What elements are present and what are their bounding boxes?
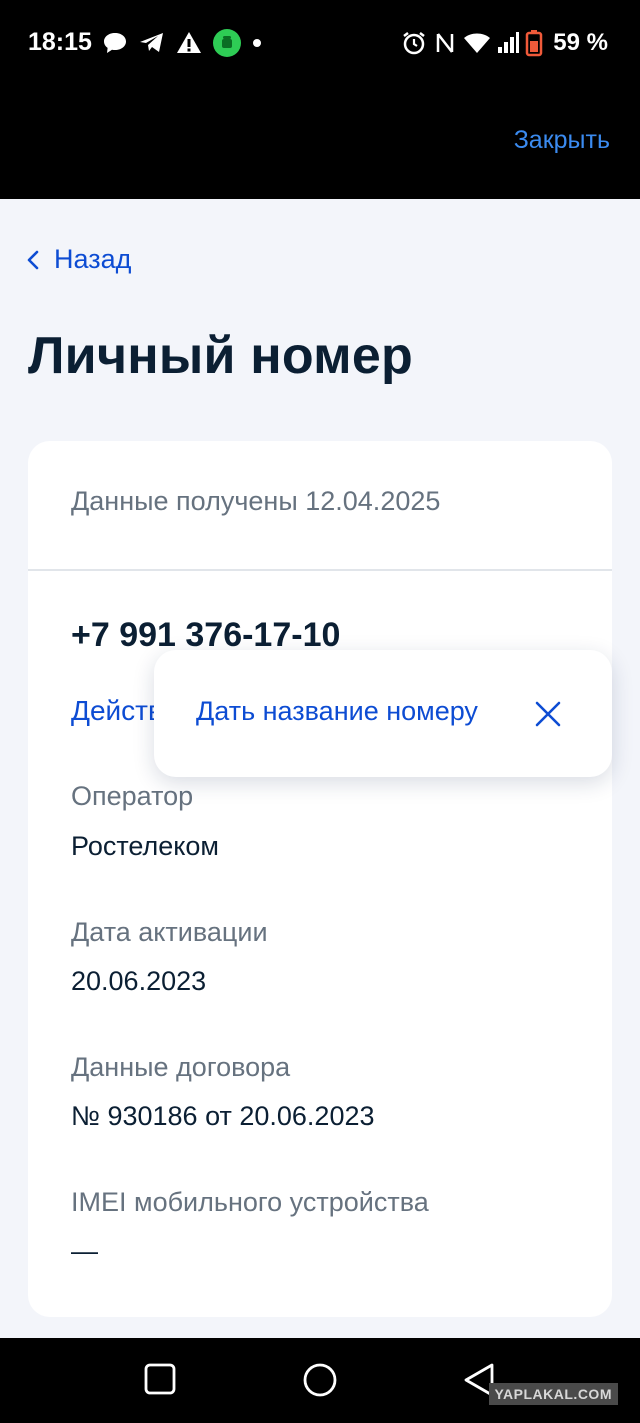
- imei-label: IMEI мобильного устройства: [71, 1187, 429, 1217]
- status-system-icons: 59 %: [401, 28, 608, 58]
- chat-bubble-icon: [104, 33, 126, 53]
- android-app-icon: [213, 29, 241, 57]
- imei-value: —: [71, 1236, 98, 1266]
- back-button[interactable]: Назад: [26, 244, 131, 275]
- telegram-icon: [140, 33, 163, 52]
- warning-icon: [177, 32, 201, 53]
- contract-value: № 930186 от 20.06.2023: [71, 1101, 375, 1131]
- data-received-text: Данные получены 12.04.2025: [71, 486, 441, 516]
- activation-date-value: 20.06.2023: [71, 966, 207, 996]
- watermark: YAPLAKAL.COM: [488, 1383, 618, 1405]
- actions-popup: Дать название номеру: [154, 650, 612, 777]
- close-button[interactable]: Закрыть: [514, 126, 610, 155]
- operator-value: Ростелеком: [71, 831, 219, 861]
- close-icon[interactable]: [532, 698, 564, 730]
- status-notification-icons: [102, 28, 262, 58]
- alarm-icon: [403, 32, 426, 55]
- dot-icon: [253, 39, 261, 47]
- rename-number-option[interactable]: Дать название номеру: [196, 696, 478, 727]
- page-title: Личный номер: [28, 327, 413, 385]
- chevron-left-icon: [27, 250, 39, 269]
- nfc-icon: [437, 33, 454, 53]
- divider: [28, 569, 612, 571]
- home-icon[interactable]: [302, 1362, 338, 1398]
- signal-icon: [498, 32, 520, 53]
- battery-icon: [526, 30, 543, 57]
- contract-label: Данные договора: [71, 1052, 291, 1082]
- top-bar: 18:15 59 % Закрыть: [0, 0, 640, 199]
- battery-percent: 59 %: [553, 29, 608, 56]
- back-label: Назад: [54, 244, 132, 274]
- recents-icon[interactable]: [144, 1362, 176, 1396]
- status-time: 18:15: [28, 28, 92, 56]
- number-details-card: Данные получены 12.04.2025 +7 991 376-17…: [28, 441, 612, 1317]
- activation-date-label: Дата активации: [71, 917, 268, 947]
- wifi-icon: [464, 33, 491, 53]
- system-navigation-bar: [0, 1338, 640, 1423]
- operator-label: Оператор: [71, 781, 194, 811]
